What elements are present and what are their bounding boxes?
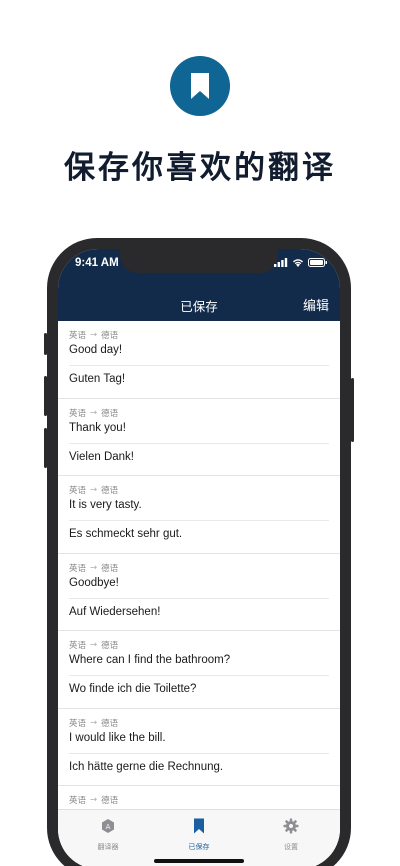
tab-settings[interactable]: 设置: [261, 818, 321, 852]
bookmark-icon: [170, 56, 230, 116]
saved-entry[interactable]: 英语 → 德语 I would like the bill. Ich hätte ger…: [58, 709, 340, 786]
source-language: 英语: [69, 486, 87, 496]
divider: [69, 520, 329, 521]
arrow-right-icon: →: [90, 795, 98, 805]
language-pair: 英语 → 德语: [69, 794, 118, 806]
source-text: Goodbye!: [69, 576, 119, 589]
divider: [69, 752, 329, 754]
arrow-right-icon: →: [90, 717, 98, 728]
translated-text: Wo finde ich die Toilette?: [69, 683, 197, 695]
phone-volume-up: [44, 376, 47, 416]
target-language: 德语: [101, 331, 119, 341]
phone-frame: 9:41 AM 已保存 编辑 英语 → 德语 Good day! Guten T…: [44, 238, 354, 866]
svg-text:A: A: [106, 823, 111, 831]
tab-saved[interactable]: 已保存: [169, 818, 229, 852]
bookmark-icon: [194, 818, 204, 834]
source-text: It is very tasty.: [69, 499, 142, 511]
saved-list[interactable]: 英语 → 德语 Good day! Guten Tag! 英语 → 德语 Thank you! V…: [58, 321, 340, 809]
divider: [69, 365, 329, 366]
language-pair: 英语 → 德语: [69, 562, 118, 574]
divider: [69, 675, 329, 676]
source-language: 英语: [69, 408, 87, 419]
language-pair: 英语 → 德语: [69, 407, 118, 419]
status-icons: [274, 258, 328, 267]
source-language: 英语: [69, 796, 87, 806]
language-pair: 英语 → 德语: [69, 329, 118, 341]
target-language: 德语: [101, 486, 119, 496]
page-title: 已保存: [180, 299, 218, 314]
arrow-right-icon: →: [90, 562, 98, 573]
notch: [120, 249, 278, 273]
target-language: 德语: [101, 641, 119, 651]
translator-icon: A: [102, 819, 114, 833]
source-text: I would like the bill.: [69, 731, 166, 744]
phone-volume-down: [44, 428, 47, 468]
arrow-right-icon: →: [90, 407, 98, 418]
saved-entry[interactable]: 英语 → 德语 Goodbye! Auf Wiedersehen!: [58, 554, 340, 631]
tab-saved-label: 已保存: [188, 843, 210, 851]
battery-icon: [308, 258, 327, 267]
translated-text: Vielen Dank!: [69, 450, 134, 463]
source-language: 英语: [69, 718, 87, 729]
source-text: Thank you!: [69, 421, 126, 434]
headline: 保存你喜欢的翻译: [64, 150, 336, 186]
target-language: 德语: [101, 718, 119, 729]
saved-entry[interactable]: 英语 → 德语: [58, 786, 340, 809]
language-pair: 英语 → 德语: [69, 639, 118, 651]
translated-text: Es schmeckt sehr gut.: [69, 528, 183, 540]
translated-text: Auf Wiedersehen!: [69, 605, 161, 618]
source-language: 英语: [69, 563, 87, 574]
saved-entry[interactable]: 英语 → 德语 Thank you! Vielen Dank!: [58, 399, 340, 476]
language-pair: 英语 → 德语: [69, 717, 118, 729]
navigation-bar: 9:41 AM 已保存 编辑: [58, 249, 340, 321]
translated-text: Guten Tag!: [69, 373, 126, 385]
arrow-right-icon: →: [90, 485, 98, 495]
target-language: 德语: [101, 563, 119, 574]
tab-translator-label: 翻译器: [97, 843, 119, 851]
source-language: 英语: [69, 331, 87, 341]
home-indicator: [154, 859, 244, 863]
phone-screen: 9:41 AM 已保存 编辑 英语 → 德语 Good day! Guten T…: [58, 249, 340, 866]
status-time: 9:41 AM: [75, 257, 119, 269]
translated-text: Ich hätte gerne die Rechnung.: [69, 760, 224, 773]
tab-translator[interactable]: A 翻译器: [78, 818, 138, 852]
divider: [69, 597, 329, 599]
target-language: 德语: [101, 408, 119, 419]
saved-entry[interactable]: 英语 → 德语 Where can I find the bathroom? Wo fi…: [58, 631, 340, 709]
gear-icon: [283, 818, 299, 834]
signal-icon: [274, 258, 288, 267]
tab-bar: A 翻译器 已保存 设置: [58, 809, 340, 866]
language-pair: 英语 → 德语: [69, 484, 118, 496]
saved-entry[interactable]: 英语 → 德语 Good day! Guten Tag!: [58, 321, 340, 399]
arrow-right-icon: →: [90, 640, 98, 650]
source-text: Good day!: [69, 344, 123, 356]
saved-entry[interactable]: 英语 → 德语 It is very tasty. Es schmeckt sehr g…: [58, 476, 340, 554]
target-language: 德语: [101, 796, 119, 806]
wifi-icon: [292, 259, 304, 267]
arrow-right-icon: →: [90, 330, 98, 340]
phone-power-button: [351, 378, 354, 442]
phone-mute-switch: [44, 333, 47, 355]
tab-settings-label: 设置: [284, 843, 298, 851]
divider: [69, 442, 329, 444]
source-text: Where can I find the bathroom?: [69, 654, 231, 666]
source-language: 英语: [69, 641, 87, 651]
edit-button[interactable]: 编辑: [303, 295, 329, 314]
